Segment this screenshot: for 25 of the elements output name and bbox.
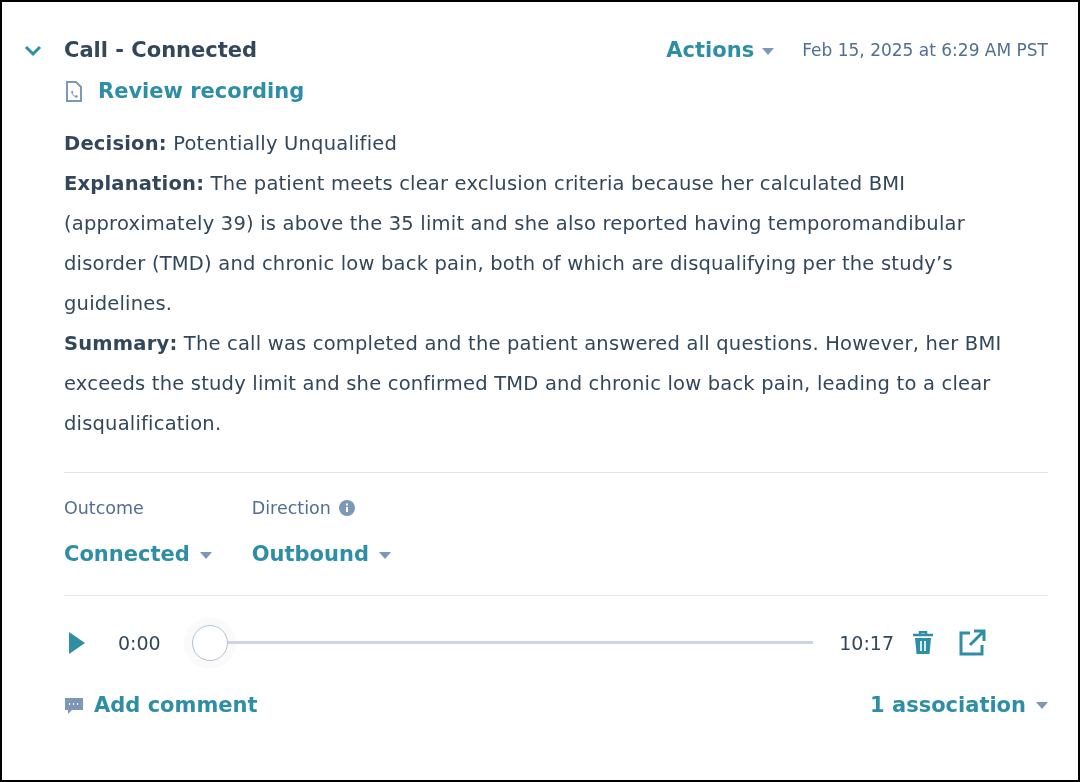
field-label: Outcome: [64, 497, 144, 520]
caret-icon: [1036, 702, 1048, 710]
field-dropdown[interactable]: Outbound: [251, 539, 399, 571]
chevron-down-icon: [24, 45, 42, 57]
note-paragraph: Explanation: The patient meets clear exclusion criteria because her calculated BMI (approximately 39) is above the 35 limit and she also reported having temporomandibular disorder (TMD) and chronic low back pain, both of which are disqualifying per the study’s guidelines.: [64, 171, 966, 317]
caret-icon: [199, 551, 212, 559]
delete-icon[interactable]: [912, 630, 934, 655]
field-label: Direction: [251, 497, 331, 520]
associations-menu[interactable]: 1 association: [870, 690, 1048, 722]
call-title: Call - Connected: [64, 37, 258, 65]
duration: 10:17: [839, 630, 894, 656]
elapsed-time: 0:00: [118, 630, 162, 656]
timestamp: Feb 15, 2025 at 6:29 AM PST: [802, 39, 1048, 63]
external-link-icon[interactable]: [958, 628, 986, 657]
caret-icon: [379, 551, 391, 559]
field-dropdown[interactable]: Connected: [64, 539, 212, 571]
progress-thumb[interactable]: [192, 624, 228, 661]
note-paragraph: Decision: Potentially Unqualified: [64, 131, 399, 157]
actions-menu[interactable]: Actions: [666, 35, 775, 67]
note-paragraph: Summary: The call was completed and the patient answered all questions. However, her BMI exceeds the study limit and she confirmed TMD and chronic low back pain, leading to a clear disqualification.: [64, 331, 1003, 437]
add-comment-link[interactable]: Add comment: [94, 690, 258, 722]
document-phone-icon: [64, 81, 84, 103]
comment-icon: [64, 695, 84, 716]
caret-icon: [762, 47, 775, 55]
review-recording-link[interactable]: Review recording: [98, 76, 305, 108]
